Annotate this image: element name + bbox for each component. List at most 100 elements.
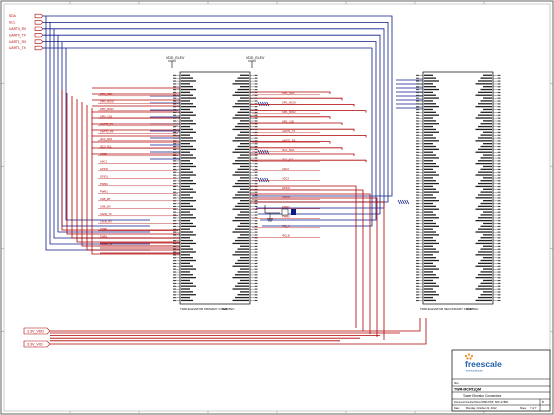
pin-label-right (232, 140, 249, 142)
pin-number (173, 157, 176, 159)
pin-label-left (424, 234, 439, 236)
pin-number (497, 103, 501, 105)
pin-number (416, 146, 419, 148)
pin-label-left (181, 259, 196, 262)
pin-label-right (478, 171, 492, 173)
net-label: SPI0_MOSI (100, 100, 114, 104)
pin-number (497, 128, 501, 131)
pin-label-left (181, 214, 193, 216)
pin-label-left (424, 191, 439, 193)
pin-label-left (424, 88, 439, 91)
pin-number (173, 123, 176, 125)
pin-label-left (424, 200, 439, 202)
pin-number (416, 185, 419, 188)
pin-number (497, 163, 501, 165)
tb-label-docno: Document Number (454, 401, 474, 404)
pin-label-left (424, 194, 433, 196)
pin-label-left (181, 222, 193, 225)
pin-number (254, 171, 258, 173)
pin-number (173, 191, 176, 193)
pin-number (416, 80, 419, 82)
pin-number (173, 280, 176, 282)
pin-number (173, 183, 176, 185)
pin-number (416, 123, 419, 125)
pin-label-right (235, 80, 249, 82)
pin-number (497, 137, 501, 139)
pin-number (416, 106, 419, 108)
pin-label-right (235, 285, 249, 287)
pin-number (497, 131, 501, 133)
pin-label-right (232, 242, 249, 245)
pin-number (416, 160, 419, 162)
pin-label-right (483, 108, 492, 111)
pin-label-right (240, 154, 249, 156)
pin-label-right (232, 105, 249, 108)
pin-number (254, 225, 258, 227)
pin-label-left (181, 88, 196, 91)
pin-label-left (424, 288, 433, 290)
pin-number (497, 191, 501, 193)
pin-label-left (424, 77, 436, 79)
pin-number (416, 83, 419, 85)
pin-number (254, 163, 258, 165)
pin-label-right (478, 285, 492, 287)
pin-number (497, 260, 501, 262)
pin-label-left (424, 228, 433, 230)
pin-number (416, 109, 419, 111)
pin-number (416, 291, 419, 293)
pin-label-left (424, 74, 433, 76)
pin-label-right (475, 288, 492, 290)
pin-number (254, 257, 258, 259)
pin-label-left (181, 274, 193, 276)
pin-label-left (181, 148, 196, 151)
pin-number (497, 183, 501, 185)
offsheet-arrow (34, 39, 44, 44)
pin-number (497, 154, 501, 156)
pin-number (416, 225, 419, 227)
pin-label-right (235, 239, 249, 242)
pin-number (173, 285, 176, 287)
pin-number (254, 77, 258, 79)
pin-label-right (235, 114, 249, 116)
net-label: RESET_B (100, 242, 112, 246)
pin-label-left (181, 100, 190, 102)
pin-number (254, 200, 258, 202)
pin-label-right (232, 231, 249, 233)
pin-label-left (424, 279, 433, 282)
net-label: ADC1 (100, 160, 107, 164)
pin-number (173, 126, 176, 128)
net-label: GPIO2 (282, 186, 290, 190)
pin-number (497, 94, 501, 96)
connector-b-type: SAMTEC (466, 307, 479, 311)
pin-number (173, 240, 176, 242)
pin-number (497, 166, 501, 168)
pin-label-left (181, 125, 190, 128)
connector-a-rail-left: VDD_ELEV (166, 56, 185, 60)
pin-label-left (424, 165, 439, 168)
pin-label-right (480, 237, 492, 239)
pin-number (173, 148, 176, 151)
pin-label-left (424, 291, 436, 293)
pin-number (173, 137, 176, 139)
pin-number (497, 228, 501, 230)
net-label: CAN0_TX (100, 212, 112, 216)
pin-number (497, 157, 501, 159)
net-label: SPI1_MOSI (282, 101, 296, 105)
pin-number (173, 166, 176, 168)
connector-a-type: SAMTEC (222, 307, 235, 311)
pin-label-right (235, 160, 249, 162)
connector-b: TWR ELEVATOR SECONDARY CONN SAMTEC (416, 71, 501, 311)
pin-label-left (424, 105, 439, 108)
pin-number (254, 146, 258, 148)
pin-label-right (483, 97, 492, 99)
pin-number (254, 223, 258, 225)
pin-number (254, 234, 258, 236)
tb-rev: B (542, 400, 544, 404)
pin-number (497, 294, 501, 296)
net-label: TMR1 (100, 235, 108, 239)
pin-label-right (237, 225, 249, 227)
pin-number (497, 282, 501, 284)
pin-number (497, 225, 501, 227)
pin-number (416, 111, 419, 113)
pin-number (173, 188, 176, 190)
